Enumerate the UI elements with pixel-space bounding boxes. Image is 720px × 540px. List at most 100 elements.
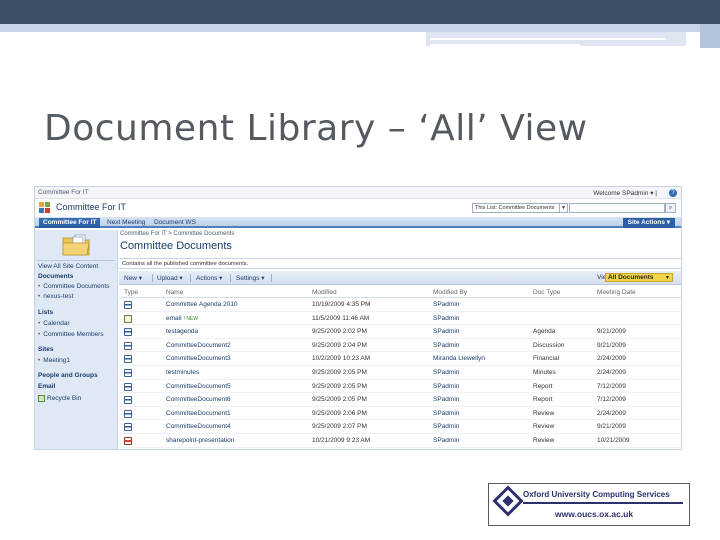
sidebar-item-meeting1[interactable]: Meeting1 bbox=[38, 357, 70, 364]
meeting-date-cell: 9/21/2009 bbox=[597, 423, 626, 431]
word-doc-icon[interactable] bbox=[124, 341, 132, 350]
tab-next-meeting[interactable]: Next Meeting bbox=[103, 218, 149, 228]
chevron-down-icon: ▼ bbox=[559, 204, 567, 212]
sidebar-header-lists[interactable]: Lists bbox=[38, 309, 53, 316]
slide-top-stripe-line bbox=[430, 38, 666, 40]
tab-document-ws[interactable]: Document WS bbox=[150, 218, 200, 228]
document-name-link[interactable]: testagenda bbox=[166, 328, 198, 335]
document-name-link[interactable]: CommitteeDocument1 bbox=[166, 410, 231, 417]
document-name-link[interactable]: CommitteeDocument3 bbox=[166, 355, 231, 362]
column-header-modified-by[interactable]: Modified By bbox=[433, 289, 467, 296]
new-badge: ! NEW bbox=[183, 315, 198, 322]
column-header-type[interactable]: Type bbox=[124, 289, 138, 296]
modified-by-link[interactable]: SPadmin bbox=[433, 423, 459, 430]
sidebar-header-sites[interactable]: Sites bbox=[38, 346, 54, 353]
doc-type-cell: Report bbox=[533, 396, 553, 404]
word-doc-icon[interactable] bbox=[124, 328, 132, 337]
document-name-link[interactable]: sharepoint-presentation bbox=[166, 437, 234, 444]
word-doc-icon[interactable] bbox=[124, 301, 132, 309]
upload-menu-button[interactable]: Upload ▾ bbox=[157, 274, 183, 282]
recycle-bin-link[interactable]: Recycle Bin bbox=[38, 395, 81, 402]
word-doc-icon[interactable] bbox=[124, 382, 132, 391]
word-doc-icon[interactable] bbox=[124, 423, 132, 432]
word-doc-icon[interactable] bbox=[124, 409, 132, 418]
document-library-icon bbox=[62, 234, 90, 256]
modified-by-link[interactable]: SPadmin bbox=[433, 437, 459, 444]
main-content: Committee For IT > Committee Documents C… bbox=[119, 230, 681, 449]
table-row[interactable]: CommitteeDocument6 9/25/2009 2:05 PM SPadm… bbox=[119, 393, 681, 407]
modified-by-link[interactable]: SPadmin bbox=[433, 315, 459, 322]
table-row[interactable]: email! NEW 11/5/2009 11:46 AM SPadmin bbox=[119, 312, 681, 326]
site-actions-button[interactable]: Site Actions ▾ bbox=[622, 218, 675, 228]
document-name-link[interactable]: CommitteeDocument5 bbox=[166, 383, 231, 390]
sidebar-item-committee-documents[interactable]: Committee Documents bbox=[38, 283, 109, 290]
table-row[interactable]: testminutes 9/25/2009 2:05 PM SPadmin Minut… bbox=[119, 366, 681, 380]
modified-by-link[interactable]: SPadmin bbox=[433, 328, 459, 335]
list-description: Contains all the published committee doc… bbox=[119, 258, 681, 269]
document-name-link[interactable]: CommitteeDocument2 bbox=[166, 342, 231, 349]
document-name: CommitteeDocument5 bbox=[166, 382, 231, 390]
top-nav: Committee For IT Next Meeting Document W… bbox=[35, 217, 681, 228]
modified-by-link[interactable]: SPadmin bbox=[433, 383, 459, 390]
column-header-meeting-date[interactable]: Meeting Date bbox=[597, 289, 636, 296]
sidebar-item-nexus-test[interactable]: nexus-test bbox=[38, 293, 73, 300]
actions-menu-button[interactable]: Actions ▾ bbox=[196, 274, 222, 282]
new-menu-button[interactable]: New ▾ bbox=[124, 274, 142, 282]
document-name-link[interactable]: Committee Agenda 2010 bbox=[166, 301, 238, 308]
type-cell bbox=[124, 368, 132, 379]
table-row[interactable]: CommitteeDocument5 9/25/2009 2:05 PM SPadm… bbox=[119, 380, 681, 394]
meeting-date-cell: 2/24/2009 bbox=[597, 368, 626, 376]
sidebar-header-people-and-groups[interactable]: People and Groups bbox=[38, 372, 98, 379]
modified-by-link[interactable]: SPadmin bbox=[433, 369, 459, 376]
search-scope-select[interactable]: This List: Committee Documents ▼ bbox=[472, 203, 568, 213]
column-header-modified[interactable]: Modified bbox=[312, 289, 337, 296]
email-icon[interactable] bbox=[124, 314, 132, 323]
table-row[interactable]: sharepoint-presentation 10/21/2009 9:23 A… bbox=[119, 434, 681, 448]
modified-by-link[interactable]: SPadmin bbox=[433, 410, 459, 417]
tab-committee-for-it[interactable]: Committee For IT bbox=[39, 218, 101, 228]
table-row[interactable]: CommitteeDocument3 10/2/2009 10:23 AM Mira… bbox=[119, 352, 681, 366]
sidebar-item-calendar[interactable]: Calendar bbox=[38, 320, 69, 327]
table-row[interactable]: CommitteeDocument1 9/25/2009 2:06 PM SPadm… bbox=[119, 407, 681, 421]
document-name-link[interactable]: CommitteeDocument4 bbox=[166, 423, 231, 430]
search-icon[interactable]: ⌕ bbox=[665, 203, 676, 213]
sidebar-header-email[interactable]: Email bbox=[38, 383, 55, 390]
modified-by-link[interactable]: SPadmin bbox=[433, 342, 459, 349]
doc-type-cell: Review bbox=[533, 436, 555, 444]
word-doc-icon[interactable] bbox=[124, 355, 132, 364]
document-name-link[interactable]: CommitteeDocument6 bbox=[166, 396, 231, 403]
column-header-name[interactable]: Name bbox=[166, 289, 183, 296]
modified-by-link[interactable]: SPadmin bbox=[433, 301, 459, 308]
welcome-menu[interactable]: Welcome SPadmin ▾ | bbox=[593, 189, 657, 197]
word-doc-icon[interactable] bbox=[124, 396, 132, 405]
table-row[interactable]: CommitteeDocument2 9/25/2009 2:04 PM SPadm… bbox=[119, 339, 681, 353]
top-site-link[interactable]: Committee For IT bbox=[38, 189, 89, 196]
help-icon[interactable]: ? bbox=[669, 189, 677, 197]
view-all-site-content-link[interactable]: View All Site Content bbox=[38, 263, 98, 270]
powerpoint-icon[interactable] bbox=[124, 436, 132, 445]
search-input[interactable] bbox=[569, 203, 665, 213]
modified-cell: 10/2/2009 10:23 AM bbox=[312, 355, 371, 363]
column-header-doc-type[interactable]: Doc Type bbox=[533, 289, 560, 296]
document-name-link[interactable]: email! NEW bbox=[166, 315, 198, 322]
view-selector[interactable]: All Documents ▼ bbox=[605, 273, 673, 282]
modified-by-link[interactable]: Miranda Llewellyn bbox=[433, 355, 485, 362]
sidebar-header-documents[interactable]: Documents bbox=[38, 273, 73, 280]
settings-menu-button[interactable]: Settings ▾ bbox=[236, 274, 265, 282]
meeting-date-cell: 2/24/2009 bbox=[597, 409, 626, 417]
sidebar-item-committee-members[interactable]: Committee Members bbox=[38, 331, 103, 338]
table-row[interactable]: testagenda 9/25/2009 2:02 PM SPadmin Agenda… bbox=[119, 325, 681, 339]
meeting-date-cell: 7/12/2009 bbox=[597, 382, 626, 390]
modified-by-link[interactable]: SPadmin bbox=[433, 396, 459, 403]
logo-divider bbox=[523, 502, 683, 504]
breadcrumb[interactable]: Committee For IT > Committee Documents bbox=[120, 231, 234, 237]
table-row[interactable]: CommitteeDocument4 9/25/2009 2:07 PM SPadm… bbox=[119, 420, 681, 434]
word-doc-icon[interactable] bbox=[124, 368, 132, 377]
type-cell bbox=[124, 301, 132, 311]
site-title[interactable]: Committee For IT bbox=[56, 202, 126, 212]
document-name-link[interactable]: testminutes bbox=[166, 369, 199, 376]
oucs-logo: Oxford University Computing Services www… bbox=[488, 483, 690, 526]
table-row[interactable]: Committee Agenda 2010 10/19/2009 4:35 PM S… bbox=[119, 298, 681, 312]
modified-cell: 9/25/2009 2:05 PM bbox=[312, 368, 367, 376]
modified-cell: 9/25/2009 2:05 PM bbox=[312, 382, 367, 390]
